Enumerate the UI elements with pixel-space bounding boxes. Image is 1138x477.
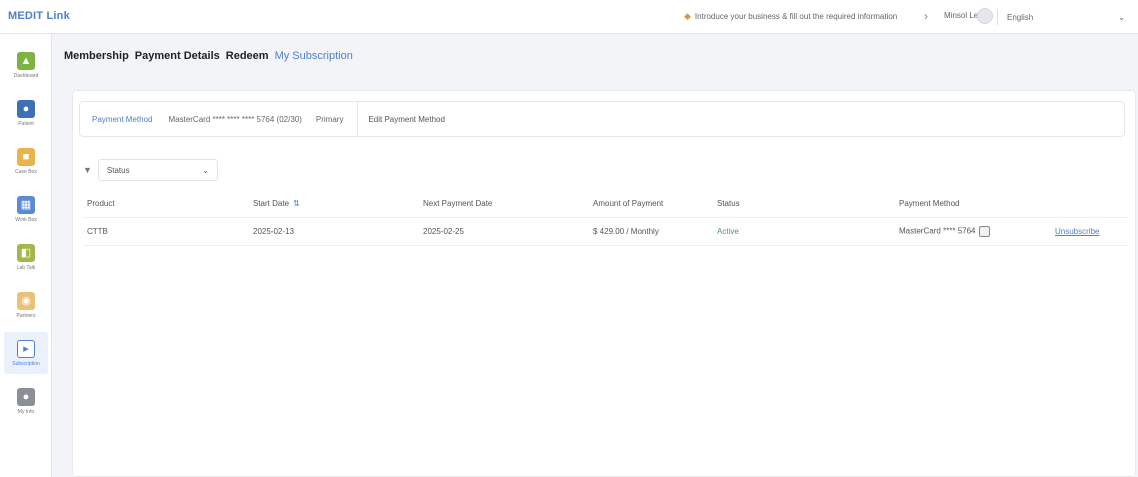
partners-icon: ◉ [17,291,35,310]
sidebar-item-patient[interactable]: ● Patient [4,92,48,134]
cell-next-payment-date: 2025-02-25 [419,217,589,246]
work-box-icon: ▦ [17,195,35,214]
sidebar-item-label: Dashboard [13,72,39,79]
sidebar-item-label: My Info [17,408,35,415]
edit-payment-method-button[interactable]: Edit Payment Method [368,115,444,124]
payment-method-status: Primary [315,114,344,124]
column-header-next-payment-date: Next Payment Date [419,191,589,218]
tab-my-subscription[interactable]: My Subscription [275,50,353,62]
chevron-right-icon[interactable]: › [924,9,928,23]
top-bar: MEDIT Link ◆ Introduce your business & f… [0,0,1138,34]
subscription-panel: Payment Method MasterCard **** **** ****… [72,90,1136,477]
subscription-table: Product Start Date ⇅ Next Payment Date Am… [83,191,1127,246]
status-filter: ▼ Status ⌄ [83,159,218,181]
sidebar-item-label: Subscription [12,360,40,367]
column-header-start-date[interactable]: Start Date ⇅ [249,191,419,218]
my-info-icon: ● [17,387,35,406]
language-value: English [1007,12,1034,22]
table-row: CTTB 2025-02-13 2025-02-25 $ 429.00 / Mo… [83,217,1127,246]
sidebar-item-label: Patient [18,120,34,127]
payment-method-label: Payment Method [92,114,153,124]
avatar[interactable] [977,8,993,24]
payment-method-card: Payment Method MasterCard **** **** ****… [79,101,1125,137]
sidebar-item-dashboard[interactable]: ▲ Dashboard [4,44,48,86]
sort-icon[interactable]: ⇅ [293,199,300,208]
filter-icon: ▼ [83,165,92,175]
tab-redeem[interactable]: Redeem [226,50,269,62]
column-header-action [1051,191,1127,218]
column-header-status: Status [713,191,895,218]
sidebar-item-label: Lab Talk [16,264,36,271]
patient-icon: ● [17,99,35,118]
notice-icon: ◆ [684,11,691,21]
column-header-product: Product [83,191,249,218]
payment-method-value: MasterCard **** **** **** 5764 (02/30) [168,114,302,124]
tab-bar: Membership Payment Details Redeem My Sub… [64,50,353,62]
case-box-icon: ■ [17,147,35,166]
status-select[interactable]: Status ⌄ [97,159,218,181]
subscription-icon: ▸ [17,339,35,358]
sidebar-item-partners[interactable]: ◉ Partners [4,284,48,326]
unsubscribe-link[interactable]: Unsubscribe [1055,227,1099,236]
sidebar-item-my-info[interactable]: ● My Info [4,380,48,422]
sidebar-item-label: Partners [16,312,36,319]
cell-action: Unsubscribe [1051,217,1127,246]
language-select[interactable]: English ⌄ [1001,6,1131,28]
sidebar-item-label: Case Box [15,168,37,175]
lab-talk-icon: ◧ [17,243,35,262]
sidebar-item-label: Work Box [15,216,37,223]
sidebar: ▲ Dashboard ● Patient ■ Case Box ▦ Work … [0,34,52,477]
sidebar-item-subscription[interactable]: ▸ Subscription [4,332,48,374]
table-header-row: Product Start Date ⇅ Next Payment Date Am… [83,191,1127,218]
main-content: Membership Payment Details Redeem My Sub… [60,34,1136,477]
notice-text: Introduce your business & fill out the r… [694,12,898,21]
status-badge: Active [713,217,895,246]
business-info-notice[interactable]: ◆ Introduce your business & fill out the… [684,11,897,22]
divider [997,9,998,25]
cell-product: CTTB [83,217,249,246]
column-header-amount: Amount of Payment [589,191,713,218]
payment-method-text: MasterCard **** 5764 [899,226,976,236]
status-select-value: Status [106,165,130,175]
sidebar-item-work-box[interactable]: ▦ Work Box [4,188,48,230]
chevron-down-icon: ⌄ [202,165,209,175]
divider [357,101,359,137]
sidebar-item-lab-talk[interactable]: ◧ Lab Talk [4,236,48,278]
card-icon [979,225,991,237]
dashboard-icon: ▲ [17,51,35,70]
tab-membership[interactable]: Membership [64,50,129,62]
cell-amount: $ 429.00 / Monthly [589,217,713,246]
column-header-payment-method: Payment Method [895,191,1051,218]
chevron-down-icon: ⌄ [1118,12,1125,22]
cell-payment-method: MasterCard **** 5764 [895,217,1051,246]
app-logo[interactable]: MEDIT Link [8,10,70,22]
tab-payment-details[interactable]: Payment Details [135,50,220,62]
cell-start-date: 2025-02-13 [249,217,419,246]
sidebar-item-case-box[interactable]: ■ Case Box [4,140,48,182]
